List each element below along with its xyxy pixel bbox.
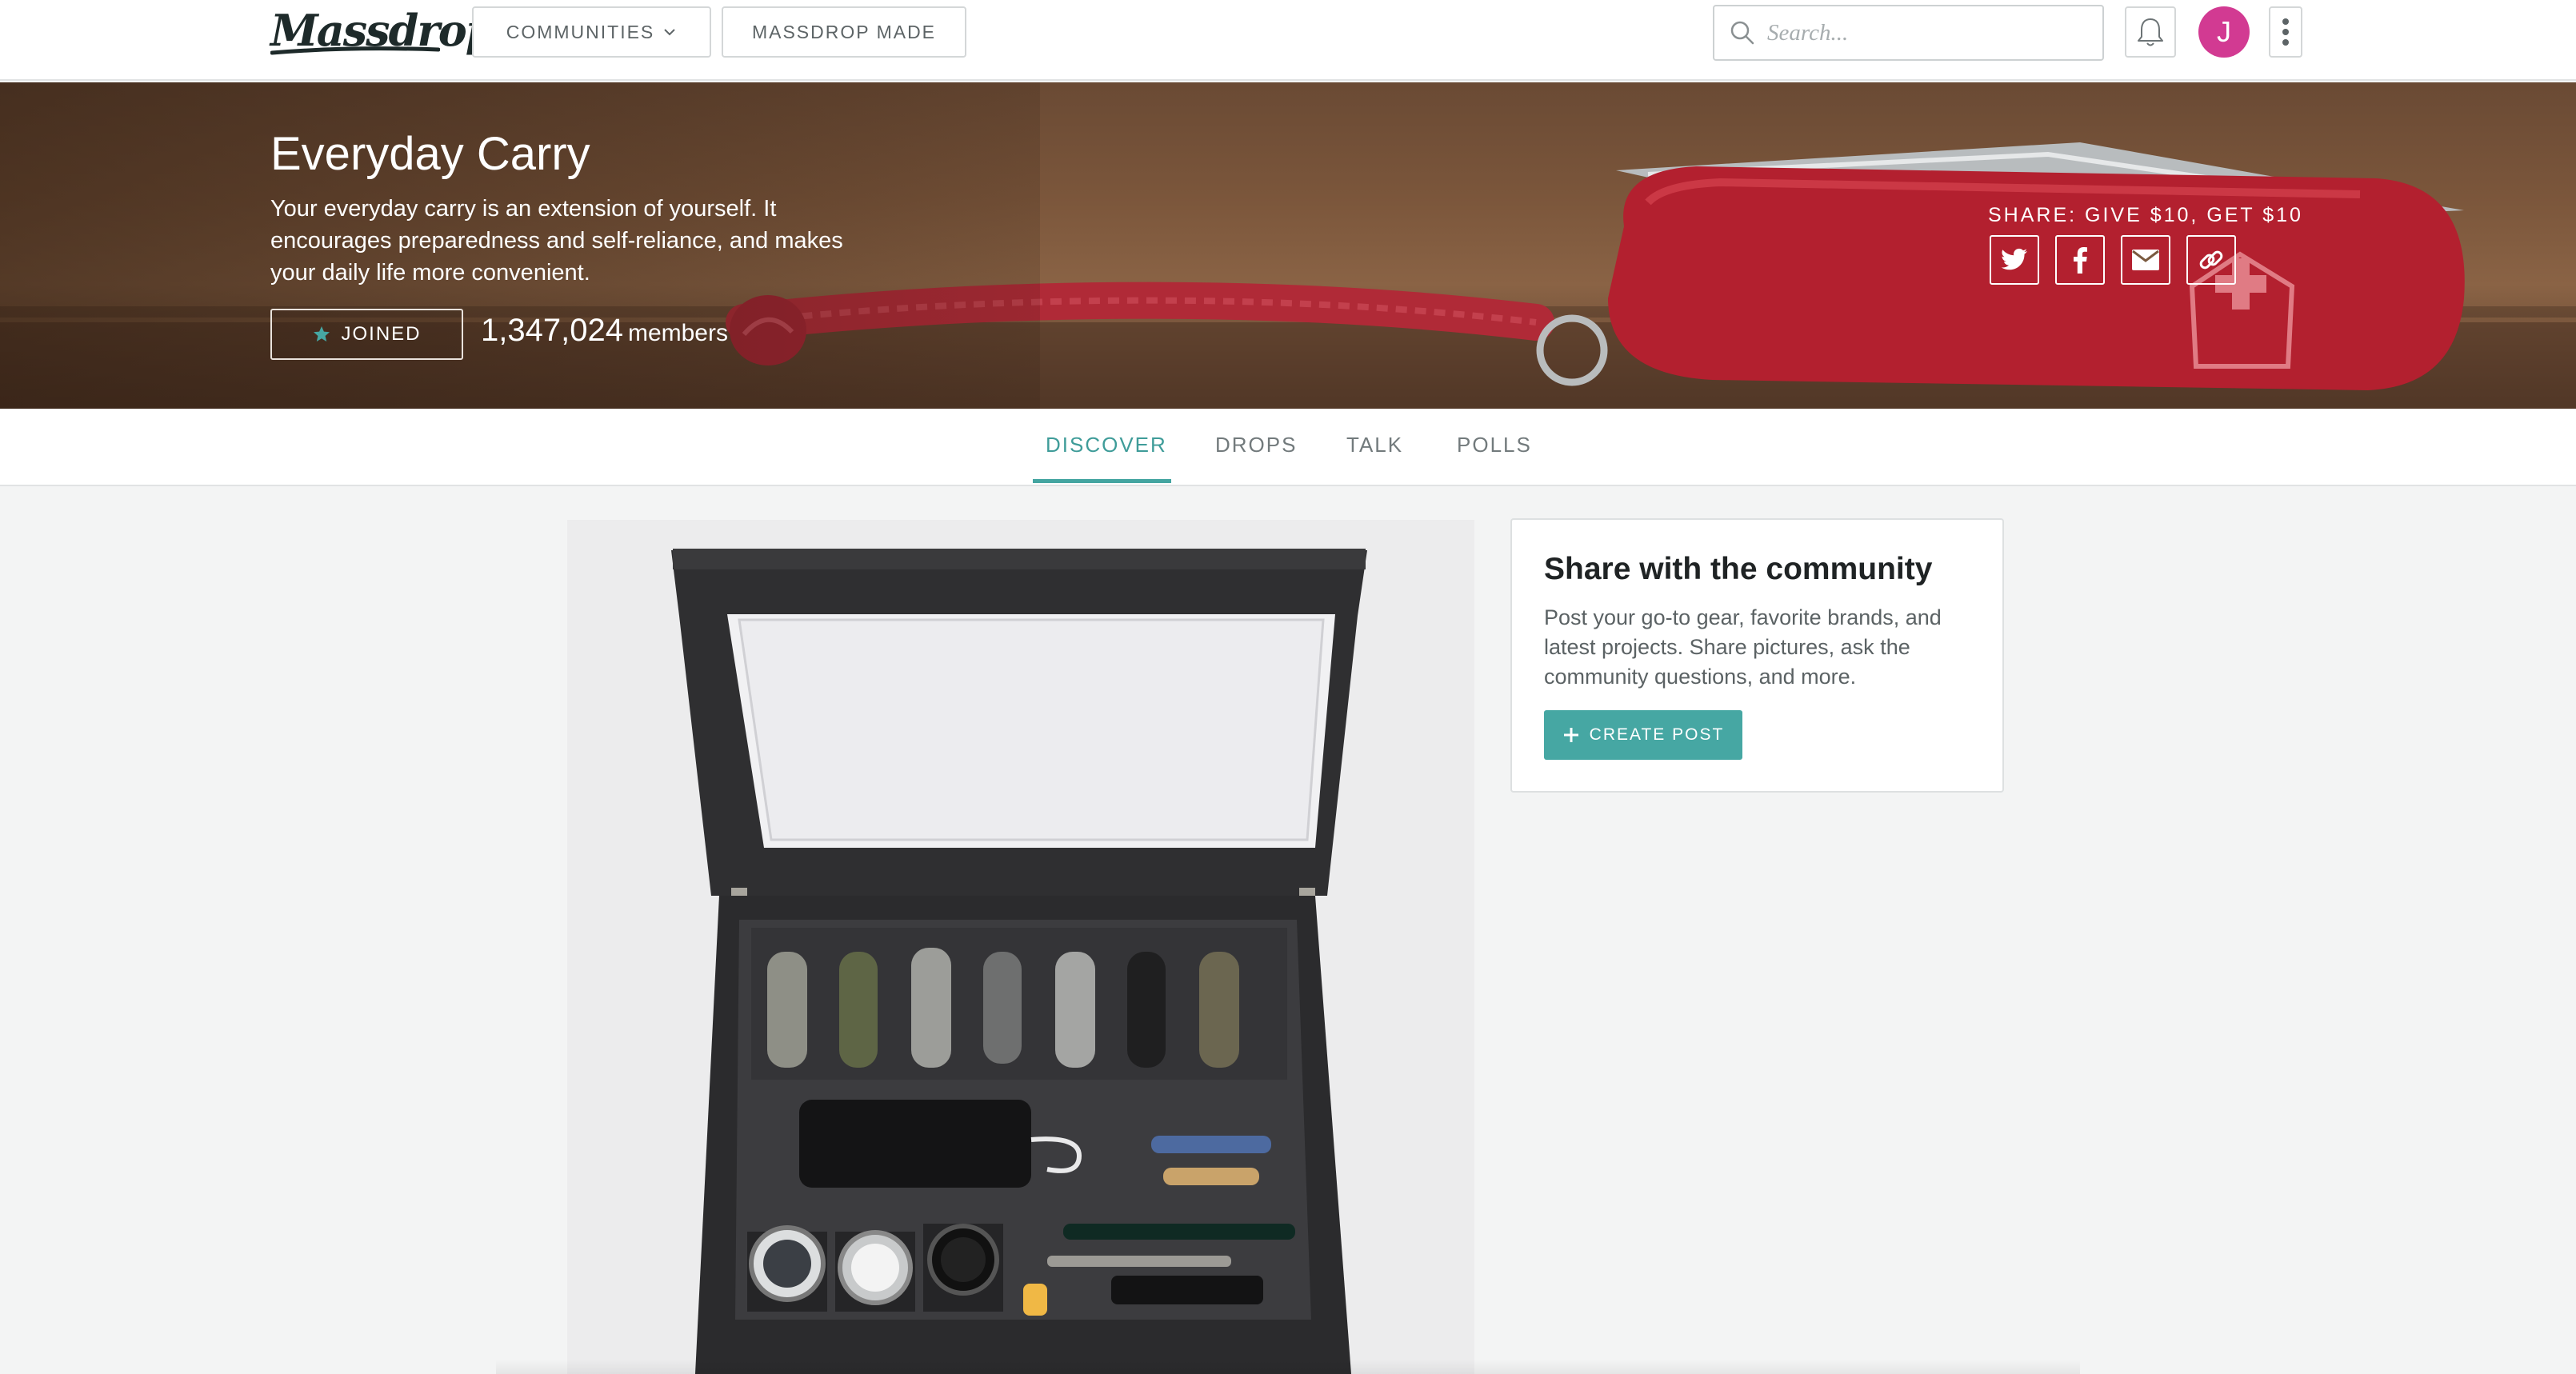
twitter-icon: [2001, 248, 2027, 270]
featured-post-image[interactable]: [567, 520, 1474, 1374]
joined-label: JOINED: [341, 323, 422, 345]
communities-label: COMMUNITIES: [506, 21, 655, 42]
email-icon: [2132, 250, 2159, 270]
search-input[interactable]: [1767, 19, 2087, 46]
share-referral-label: SHARE: GIVE $10, GET $10: [1988, 204, 2303, 226]
create-post-label: CREATE POST: [1589, 725, 1725, 744]
card-title: Share with the community: [1544, 552, 1933, 586]
community-description: Your everyday carry is an extension of y…: [270, 196, 843, 286]
share-twitter-button[interactable]: [1990, 235, 2039, 285]
facebook-icon: [2074, 247, 2087, 274]
joined-button[interactable]: JOINED: [270, 309, 463, 360]
community-title: Everyday Carry: [270, 128, 590, 180]
top-navbar: Massdrop COMMUNITIES MASSDROP MADE J: [0, 0, 2576, 81]
member-count-number: 1,347,024: [481, 313, 623, 348]
massdrop-made-button[interactable]: MASSDROP MADE: [722, 6, 966, 58]
search-icon: [1730, 21, 1754, 45]
member-count: 1,347,024 members: [481, 313, 728, 349]
active-tab-indicator: [1033, 479, 1171, 483]
massdrop-made-label: MASSDROP MADE: [751, 21, 937, 42]
plus-icon: [1563, 728, 1578, 742]
more-dots-icon: [2282, 18, 2289, 25]
card-description: Post your go-to gear, favorite brands, a…: [1544, 605, 1942, 689]
community-hero-banner: Everyday Carry Your everyday carry is an…: [0, 82, 2576, 409]
members-label: members: [627, 320, 728, 346]
logo-underline: [270, 46, 440, 55]
tab-talk[interactable]: TALK: [1346, 433, 1403, 457]
communities-menu-button[interactable]: COMMUNITIES: [472, 6, 711, 58]
watch-box-image: [671, 549, 1367, 1374]
search-box[interactable]: [1713, 5, 2104, 61]
community-tabs: DISCOVER DROPS TALK POLLS: [0, 409, 2576, 486]
bell-icon: [2138, 18, 2163, 46]
tab-drops[interactable]: DROPS: [1215, 433, 1297, 457]
share-with-community-card: Share with the community Post your go-to…: [1510, 518, 2004, 793]
notifications-button[interactable]: [2125, 6, 2176, 58]
tab-discover[interactable]: DISCOVER: [1046, 433, 1167, 457]
user-avatar[interactable]: J: [2198, 6, 2250, 58]
link-icon: [2199, 250, 2223, 270]
create-post-button[interactable]: CREATE POST: [1544, 710, 1742, 760]
star-icon: [314, 326, 330, 342]
share-facebook-button[interactable]: [2055, 235, 2105, 285]
more-options-button[interactable]: [2269, 6, 2302, 58]
share-icon-group: [1990, 235, 2236, 285]
tab-polls[interactable]: POLLS: [1457, 433, 1532, 457]
chevron-down-icon: [664, 29, 675, 36]
share-link-button[interactable]: [2186, 235, 2236, 285]
share-email-button[interactable]: [2121, 235, 2170, 285]
